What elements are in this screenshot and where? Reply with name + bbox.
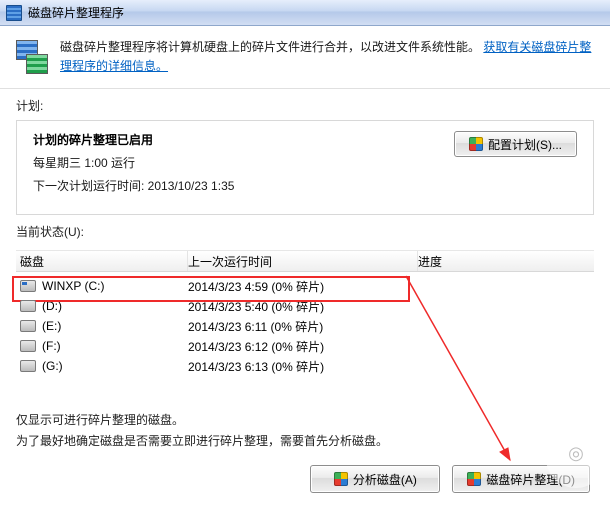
- defrag-icon: [16, 40, 50, 76]
- header-description: 磁盘碎片整理程序将计算机硬盘上的碎片文件进行合并，以改进文件系统性能。 获取有关…: [60, 38, 598, 76]
- drive-icon: [20, 340, 36, 352]
- col-last-header[interactable]: 上一次运行时间: [188, 251, 418, 271]
- titlebar: 磁盘碎片整理程序: [0, 0, 610, 26]
- disk-name-text: (E:): [42, 319, 61, 333]
- schedule-line-2: 下一次计划运行时间: 2013/10/23 1:35: [33, 177, 454, 194]
- table-header: 磁盘 上一次运行时间 进度: [16, 251, 594, 272]
- disk-name-cell: (E:): [20, 319, 188, 333]
- table-row[interactable]: WINXP (C:) 2014/3/23 4:59 (0% 碎片): [16, 276, 594, 296]
- header: 磁盘碎片整理程序将计算机硬盘上的碎片文件进行合并，以改进文件系统性能。 获取有关…: [0, 26, 610, 89]
- defrag-button-label: 磁盘碎片整理(D): [486, 471, 575, 488]
- disk-name-cell: WINXP (C:): [20, 279, 188, 293]
- disk-name-text: WINXP (C:): [42, 279, 104, 293]
- shield-icon: [467, 472, 481, 486]
- shield-icon: [469, 137, 483, 151]
- schedule-section: 计划: 计划的碎片整理已启用 每星期三 1:00 运行 下一次计划运行时间: 2…: [0, 89, 610, 215]
- table-row[interactable]: (G:) 2014/3/23 6:13 (0% 碎片): [16, 356, 594, 376]
- defrag-button[interactable]: 磁盘碎片整理(D): [452, 465, 590, 493]
- shield-icon: [334, 472, 348, 486]
- schedule-line-1: 每星期三 1:00 运行: [33, 154, 454, 171]
- analyze-button-label: 分析磁盘(A): [353, 471, 417, 488]
- disk-name-cell: (D:): [20, 299, 188, 313]
- schedule-box: 计划的碎片整理已启用 每星期三 1:00 运行 下一次计划运行时间: 2013/…: [16, 120, 594, 215]
- footer-notes: 仅显示可进行碎片整理的磁盘。 为了最好地确定磁盘是否需要立即进行碎片整理，需要首…: [0, 396, 610, 451]
- drive-rows: WINXP (C:) 2014/3/23 4:59 (0% 碎片) (D:) 2014…: [16, 272, 594, 396]
- window-title: 磁盘碎片整理程序: [28, 4, 124, 21]
- table-row[interactable]: (D:) 2014/3/23 5:40 (0% 碎片): [16, 296, 594, 316]
- disk-table: 磁盘 上一次运行时间 进度 WINXP (C:) 2014/3/23 4:59 (…: [16, 250, 594, 396]
- analyze-button[interactable]: 分析磁盘(A): [310, 465, 440, 493]
- col-progress-header[interactable]: 进度: [418, 251, 594, 271]
- schedule-label: 计划:: [16, 97, 594, 114]
- last-run-cell: 2014/3/23 6:11 (0% 碎片): [188, 318, 418, 335]
- status-section: 当前状态(U): 磁盘 上一次运行时间 进度 WINXP (C:) 2014/3/…: [0, 215, 610, 396]
- configure-schedule-button[interactable]: 配置计划(S)...: [454, 131, 577, 157]
- note-line-2: 为了最好地确定磁盘是否需要立即进行碎片整理，需要首先分析磁盘。: [16, 431, 594, 451]
- table-row[interactable]: (F:) 2014/3/23 6:12 (0% 碎片): [16, 336, 594, 356]
- last-run-cell: 2014/3/23 5:40 (0% 碎片): [188, 298, 418, 315]
- drive-icon: [20, 280, 36, 292]
- last-run-cell: 2014/3/23 6:12 (0% 碎片): [188, 338, 418, 355]
- schedule-status-title: 计划的碎片整理已启用: [33, 131, 454, 148]
- col-disk-header[interactable]: 磁盘: [16, 251, 188, 271]
- last-run-cell: 2014/3/23 6:13 (0% 碎片): [188, 358, 418, 375]
- disk-name-text: (F:): [42, 339, 61, 353]
- note-line-1: 仅显示可进行碎片整理的磁盘。: [16, 410, 594, 430]
- bottom-buttons: 分析磁盘(A) 磁盘碎片整理(D): [0, 451, 610, 505]
- defrag-window: 磁盘碎片整理程序 磁盘碎片整理程序将计算机硬盘上的碎片文件进行合并，以改进文件系…: [0, 0, 610, 508]
- table-row[interactable]: (E:) 2014/3/23 6:11 (0% 碎片): [16, 316, 594, 336]
- disk-name-cell: (G:): [20, 359, 188, 373]
- header-lead-text: 磁盘碎片整理程序将计算机硬盘上的碎片文件进行合并，以改进文件系统性能。: [60, 40, 480, 54]
- drive-icon: [20, 320, 36, 332]
- configure-schedule-label: 配置计划(S)...: [488, 136, 562, 153]
- last-run-cell: 2014/3/23 4:59 (0% 碎片): [188, 278, 418, 295]
- status-label: 当前状态(U):: [16, 223, 594, 240]
- drive-icon: [20, 300, 36, 312]
- disk-name-text: (G:): [42, 359, 63, 373]
- disk-name-cell: (F:): [20, 339, 188, 353]
- disk-name-text: (D:): [42, 299, 62, 313]
- app-icon: [6, 5, 22, 21]
- drive-icon: [20, 360, 36, 372]
- schedule-text: 计划的碎片整理已启用 每星期三 1:00 运行 下一次计划运行时间: 2013/…: [33, 131, 454, 200]
